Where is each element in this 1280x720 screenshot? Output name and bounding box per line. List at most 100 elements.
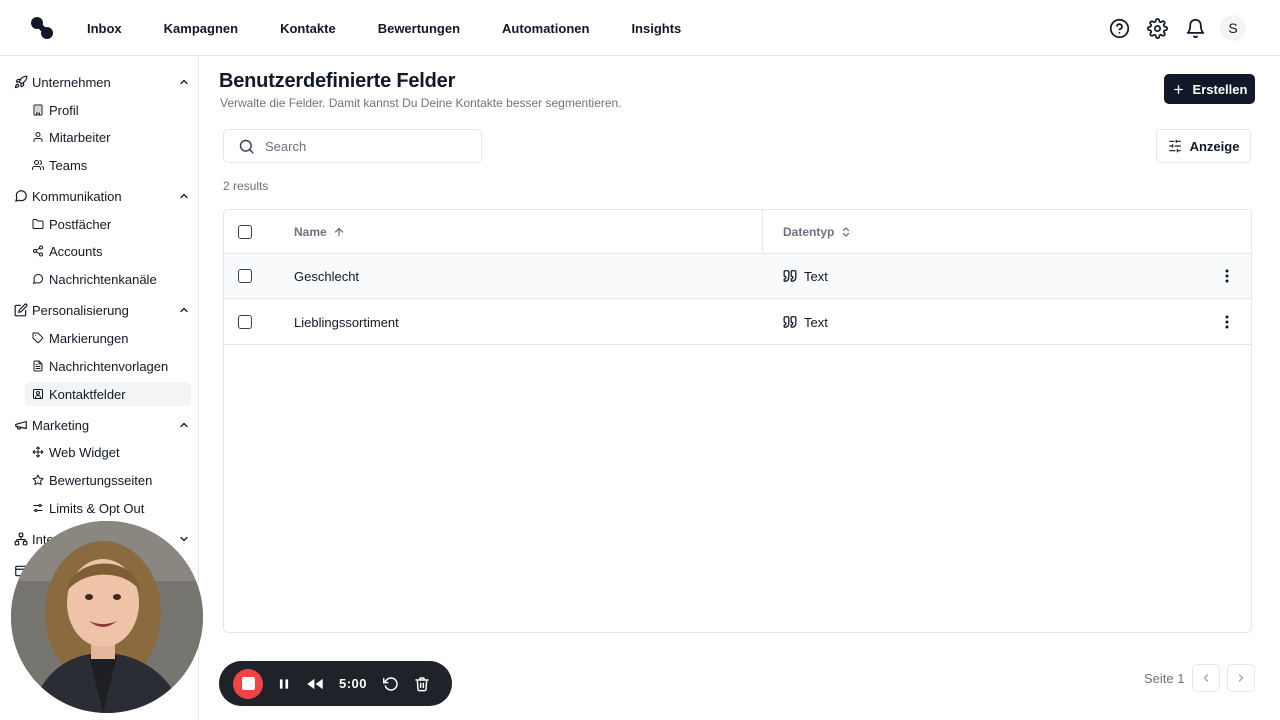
recording-timer: 5:00 [339,676,368,691]
chevron-up-icon[interactable] [178,419,190,431]
building-icon [32,104,44,116]
message-circle-icon [32,273,44,285]
previous-page-button[interactable] [1192,664,1221,692]
delete-recording-button[interactable] [411,673,433,695]
sidebar-item-label: Limits & Opt Out [49,500,145,516]
sidebar-item-markierungen[interactable]: Markierungen [25,326,191,350]
column-header-name[interactable]: Name [294,210,345,254]
sidebar-section-unternehmen[interactable]: Unternehmen [14,71,190,93]
sidebar-item-limits-opt-out[interactable]: Limits & Opt Out [25,496,191,520]
search-input[interactable] [265,138,465,154]
rewind-button[interactable] [304,673,326,695]
avatar[interactable]: S [1220,15,1246,41]
sidebar-item-label: Kontaktfelder [49,386,126,402]
nav-item-kampagnen[interactable]: Kampagnen [143,21,259,36]
contact-icon [32,388,44,400]
sidebar-item-postfaecher[interactable]: Postfächer [25,212,191,236]
chevron-down-icon[interactable] [178,533,190,545]
column-header-label: Name [294,225,327,239]
app-logo[interactable] [30,16,54,40]
webcam-preview[interactable] [11,521,203,713]
trash-icon [415,676,429,691]
more-vertical-icon[interactable] [1219,267,1235,285]
row-checkbox[interactable] [238,269,252,283]
view-options-button[interactable]: Anzeige [1156,129,1251,163]
chevron-right-icon [1239,674,1244,682]
next-page-button[interactable] [1227,664,1256,692]
chevron-up-icon[interactable] [178,76,190,88]
sidebar-item-label: Web Widget [49,444,120,460]
sidebar-item-profil[interactable]: Profil [25,98,191,122]
file-text-icon [32,360,44,372]
search-icon [239,139,254,154]
sidebar-section-label: Kommunikation [32,188,122,204]
sort-ascending-icon [334,227,343,237]
pagination: Seite 1 [1144,664,1256,692]
sidebar-item-mitarbeiter[interactable]: Mitarbeiter [25,125,191,149]
help-icon[interactable] [1106,13,1132,43]
nav-item-insights[interactable]: Insights [610,21,702,36]
field-name: Geschlecht [294,268,360,284]
page-title: Benutzerdefinierte Felder [219,70,456,92]
sidebar-section-label: Personalisierung [32,302,129,318]
network-icon [14,532,28,546]
column-header-datentyp[interactable]: Datentyp [783,210,852,254]
nav-item-kontakte[interactable]: Kontakte [259,21,357,36]
sidebar-item-nachrichtenvorlagen[interactable]: Nachrichtenvorlagen [25,354,191,378]
sidebar-item-nachrichtenkanaele[interactable]: Nachrichtenkanäle [25,267,191,291]
sidebar-item-accounts[interactable]: Accounts [25,239,191,263]
sidebar-section-marketing[interactable]: Marketing [14,414,190,436]
table-row[interactable]: Geschlecht Text [224,254,1251,299]
rotate-ccw-icon [383,676,398,691]
main-content: Benutzerdefinierte Felder Verwalte die F… [200,57,1280,720]
sidebar-item-label: Profil [49,102,79,118]
restart-button[interactable] [380,673,402,695]
sidebar-item-web-widget[interactable]: Web Widget [25,440,191,464]
table-row[interactable]: Lieblingssortiment Text [224,300,1251,345]
search-box[interactable] [223,129,482,163]
sidebar-section-personalisierung[interactable]: Personalisierung [14,299,190,321]
pause-icon [279,678,289,689]
webcam-person-image [11,521,203,713]
user-icon [32,131,44,143]
stop-recording-button[interactable] [233,668,263,699]
sliders-horizontal-icon [1168,139,1181,153]
page-indicator: Seite 1 [1144,670,1185,686]
quote-icon [783,316,797,328]
select-all-checkbox[interactable] [238,225,252,239]
tag-icon [32,332,44,344]
plus-icon [1173,84,1183,94]
sidebar-section-label: Unternehmen [32,74,111,90]
sidebar-item-teams[interactable]: Teams [25,153,191,177]
recording-controls: 5:00 [219,661,452,706]
rocket-icon [14,75,28,89]
sidebar-section-kommunikation[interactable]: Kommunikation [14,185,190,207]
nav-item-inbox[interactable]: Inbox [66,21,143,36]
sidebar-section-label: Marketing [32,417,90,433]
sidebar-item-label: Accounts [49,243,103,259]
field-type: Text [783,254,828,298]
chevron-left-icon [1204,674,1209,682]
column-header-label: Datentyp [783,225,835,239]
bell-icon[interactable] [1182,13,1208,43]
share-icon [32,245,44,257]
top-actions: S [1106,13,1246,43]
nav-item-automationen[interactable]: Automationen [481,21,610,36]
more-vertical-icon[interactable] [1219,313,1235,331]
sidebar-item-label: Postfächer [49,216,112,232]
chevron-up-icon[interactable] [178,304,190,316]
pause-button[interactable] [273,673,295,695]
row-checkbox[interactable] [238,315,252,329]
table-header: Name Datentyp [224,210,1251,254]
sidebar-item-bewertungsseiten[interactable]: Bewertungsseiten [25,468,191,492]
gear-icon[interactable] [1144,13,1170,43]
edit-icon [14,303,28,317]
nav-item-bewertungen[interactable]: Bewertungen [357,21,481,36]
create-button[interactable]: Erstellen [1164,74,1255,104]
megaphone-icon [14,418,28,432]
chevron-up-icon[interactable] [178,190,190,202]
sidebar-item-label: Bewertungsseiten [49,472,153,488]
message-circle-icon [14,189,28,203]
sidebar-item-kontaktfelder[interactable]: Kontaktfelder [25,382,191,406]
move-icon [32,446,44,458]
